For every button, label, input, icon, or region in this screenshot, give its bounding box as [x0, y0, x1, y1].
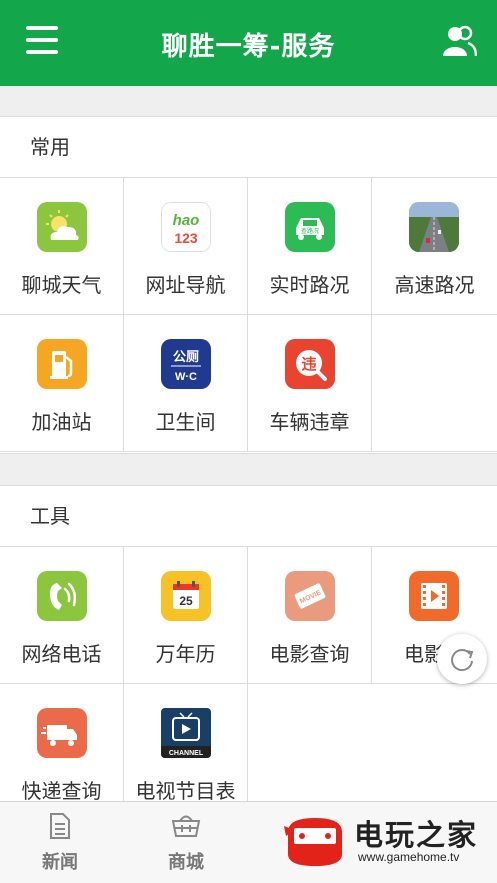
news-icon — [50, 813, 70, 839]
hao-number: 123 — [174, 230, 198, 246]
refresh-button[interactable] — [437, 634, 487, 684]
grid-item-label: 聊城天气 — [21, 273, 102, 297]
grid-item-label: 卫生间 — [155, 410, 216, 434]
watermark-logo: 电玩之家 www.gamehome.tv — [280, 810, 490, 870]
channel-text: CHANNEL — [169, 750, 204, 757]
grid-item-label: 加油站 — [31, 410, 92, 434]
gamehome-logo-icon — [284, 818, 342, 866]
grid-item-label: 电影查询 — [269, 642, 350, 666]
watermark-brand: 电玩之家 — [354, 818, 479, 852]
traffic-text: 查路况 — [301, 227, 319, 235]
grid-item-label: 网络电话 — [21, 642, 102, 666]
section-title: 工具 — [0, 486, 497, 547]
grid-item-navigation[interactable]: hao 123 网址导航 — [124, 178, 248, 315]
grid-item-label: 万年历 — [155, 642, 216, 666]
express-icon — [37, 708, 87, 758]
grid-item-weather[interactable]: 聊城天气 — [0, 178, 124, 315]
grid-item-label: 实时路况 — [269, 273, 350, 297]
tab-news[interactable]: 新闻 — [20, 812, 100, 874]
watermark-url: www.gamehome.tv — [358, 850, 460, 864]
section-common: 常用 聊城天气 hao 123 网址导航 查路况 实时路况 高速路况 加油站 公… — [0, 116, 497, 454]
toilet-icon: 公厕 W·C — [161, 339, 211, 389]
tab-mall[interactable]: 商城 — [146, 812, 226, 874]
cart-icon — [171, 815, 201, 837]
grid-item-phone[interactable]: 网络电话 — [0, 547, 124, 684]
grid-item-label: 网址导航 — [145, 273, 226, 297]
grid-item-label: 快递查询 — [21, 779, 102, 803]
grid-item-movie-search[interactable]: MOVIE 电影查询 — [248, 547, 372, 684]
toilet-text-bottom: W·C — [175, 371, 197, 383]
violation-icon: 违 — [285, 339, 335, 389]
grid-item-calendar[interactable]: 25 万年历 — [124, 547, 248, 684]
app-header: 聊胜一筹-服务 — [0, 0, 497, 86]
calendar-icon: 25 — [161, 571, 211, 621]
hao-text: hao — [173, 212, 200, 229]
section-tools: 工具 网络电话 25 万年历 MOVIE 电影查询 电影 快递查询 CHANNE… — [0, 485, 497, 821]
tab-label: 新闻 — [42, 852, 78, 873]
highway-icon — [409, 202, 459, 252]
tab-label: 商城 — [168, 852, 204, 873]
user-icon[interactable] — [441, 24, 477, 58]
movie-ticket-icon: MOVIE — [285, 571, 335, 621]
hao123-icon: hao 123 — [161, 202, 211, 252]
gas-station-icon — [37, 339, 87, 389]
refresh-icon — [451, 649, 474, 672]
grid-item-label: 车辆违章 — [269, 410, 350, 434]
weather-icon — [37, 202, 87, 252]
traffic-icon: 查路况 — [285, 202, 335, 252]
phone-icon — [37, 571, 87, 621]
grid-item-traffic[interactable]: 查路况 实时路况 — [248, 178, 372, 315]
violation-text: 违 — [301, 355, 316, 373]
grid-item-label: 高速路况 — [394, 273, 475, 297]
grid-item-highway[interactable]: 高速路况 — [372, 178, 497, 315]
toilet-text-top: 公厕 — [173, 350, 199, 365]
grid-item-violation[interactable]: 违 车辆违章 — [248, 315, 372, 452]
page-title: 聊胜一筹-服务 — [161, 32, 336, 62]
movie-play-icon — [409, 571, 459, 621]
section-title: 常用 — [0, 117, 497, 178]
grid-item-toilet[interactable]: 公厕 W·C 卫生间 — [124, 315, 248, 452]
grid-item-gas-station[interactable]: 加油站 — [0, 315, 124, 452]
grid-item-empty — [372, 315, 497, 452]
tv-channel-icon: CHANNEL — [161, 708, 211, 758]
calendar-day: 25 — [179, 594, 193, 608]
grid-item-label: 电视节目表 — [135, 779, 236, 803]
